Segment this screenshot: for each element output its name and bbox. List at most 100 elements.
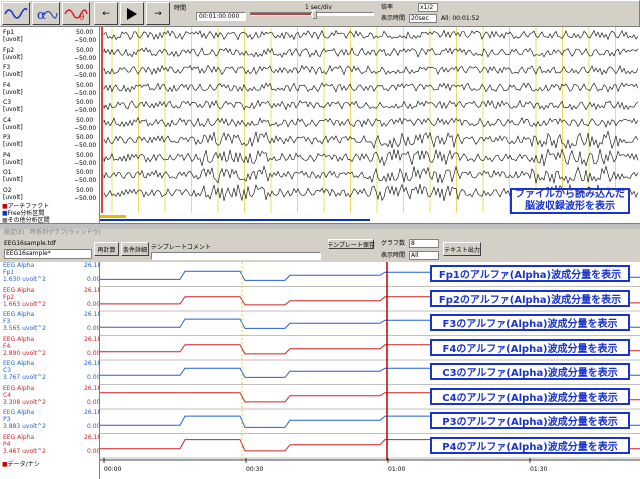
channel-max: 50.00 (76, 99, 94, 106)
channel-unit: [uvolt] (3, 158, 23, 166)
channel-unit: [uvolt] (3, 193, 23, 201)
alpha-callout: C3のアルファ(Alpha)波成分量を表示 (430, 363, 630, 380)
channel-unit: [uvolt] (3, 88, 23, 96)
analysis-legend: ■データ/ナシ (2, 461, 40, 468)
channel-min: −50.00 (74, 159, 97, 167)
channel-unit: [uvolt] (3, 176, 23, 183)
alpha-callout: F3のアルファ(Alpha)波成分量を表示 (430, 314, 630, 331)
wave-mode-button[interactable] (2, 2, 30, 25)
row-title: EEG Alpha (3, 286, 35, 294)
channel-unit: [uvolt] (3, 141, 23, 148)
alpha-callout: C4のアルファ(Alpha)波成分量を表示 (430, 387, 630, 405)
svg-text:θ: θ (79, 13, 84, 23)
channel-name: C3 (3, 99, 12, 106)
channel-name: P4 (3, 151, 11, 159)
alpha-callout: P4のアルファ(Alpha)波成分量を表示 (430, 436, 630, 454)
recalc-button[interactable]: 再計算 (94, 242, 119, 256)
tab-timeseries[interactable]: 時系列グラフ(ウィンドウ) (30, 229, 101, 236)
row-channel: F3 (3, 318, 11, 325)
timeline-thumb[interactable] (312, 10, 317, 19)
channel-max: 50.00 (76, 134, 94, 141)
eeg-callout: ファイルから読み込んだ 脳波収録波形を表示 (510, 188, 630, 214)
channel-min: −50.00 (74, 107, 97, 114)
alpha-callout: Fp2のアルファ(Alpha)波成分量を表示 (430, 289, 630, 307)
row-channel: Fp2 (3, 293, 15, 301)
row-title: EEG Alpha (3, 384, 35, 392)
channel-max: 50.00 (76, 46, 94, 54)
analysis-display-time-label: 表示時間 (381, 252, 406, 259)
template-comment-label: テンプレートコメント (151, 244, 211, 251)
row-channel: C3 (3, 367, 12, 374)
total-time-label: All: 00:01:52 (441, 15, 480, 22)
row-zero: 0.00 (87, 349, 101, 357)
rate-label: 倍率 (381, 4, 394, 11)
row-zero: 0.00 (87, 423, 101, 430)
alpha-time-tick-label: 01:00 (388, 466, 405, 473)
channel-max: 50.00 (76, 151, 94, 159)
channel-max: 50.00 (76, 81, 94, 89)
condition-detail-button[interactable]: 条件詳細 (121, 242, 149, 256)
analysis-display-time-select[interactable]: All (409, 251, 439, 260)
row-zero: 0.00 (87, 276, 101, 283)
display-time-select[interactable]: 20sec (409, 14, 437, 23)
channel-name: F3 (3, 64, 11, 71)
row-value: 3.767 uvolt^2 (3, 374, 46, 381)
eeg-callout-line2: 脳波収録波形を表示 (525, 201, 615, 212)
row-max: 26.18 (84, 433, 102, 441)
rate-select[interactable]: x1/2 (418, 3, 438, 12)
alpha-callout: Fp1のアルファ(Alpha)波成分量を表示 (430, 265, 630, 282)
theta-mode-button[interactable]: θ (62, 2, 90, 25)
row-channel: F4 (3, 342, 11, 350)
graph-count-select[interactable]: 8 (409, 239, 439, 248)
channel-unit: [uvolt] (3, 36, 23, 43)
alpha-wave-icon: α (37, 8, 58, 23)
channel-min: −50.00 (74, 89, 97, 97)
display-time-label: 表示時間 (381, 15, 406, 22)
channel-min: −50.00 (74, 142, 97, 149)
alpha-callout: F4のアルファ(Alpha)波成分量を表示 (430, 338, 630, 356)
time-field[interactable]: 00:01:00.000 (196, 12, 246, 21)
channel-name: P3 (3, 134, 11, 141)
theta-wave-icon: θ (64, 8, 88, 23)
channel-max: 50.00 (76, 64, 94, 71)
file-select[interactable]: EEG16sample* (4, 249, 92, 259)
channel-name: Fp2 (3, 46, 15, 54)
analysis-label-panel (0, 262, 100, 479)
legend-free-interval: ■Free分析区間 (2, 210, 45, 217)
template-save-button[interactable]: テンプレート保存 (327, 239, 375, 249)
channel-min: −50.00 (74, 54, 97, 62)
svg-text:α: α (37, 8, 46, 23)
channel-max: 50.00 (76, 116, 94, 124)
row-title: EEG Alpha (3, 311, 35, 318)
row-title: EEG Alpha (3, 433, 35, 441)
channel-name: Fp1 (3, 29, 15, 36)
channel-min: −50.00 (74, 124, 97, 132)
channel-min: −50.00 (74, 194, 97, 202)
play-icon (127, 7, 137, 20)
text-output-button[interactable]: テキスト出力 (443, 242, 481, 256)
row-channel: P4 (3, 440, 11, 448)
rewind-button[interactable]: ← (94, 2, 118, 25)
forward-button[interactable]: → (146, 2, 170, 25)
row-zero: 0.00 (87, 398, 101, 406)
row-max: 26.18 (84, 262, 102, 269)
row-max: 26.18 (84, 286, 102, 294)
play-button[interactable] (120, 2, 144, 25)
sine-wave-icon (4, 7, 28, 19)
scale-label: 1 sec/div (305, 4, 332, 11)
file-label: EEG16sample.tdf (4, 240, 56, 247)
channel-unit: [uvolt] (3, 71, 23, 78)
channel-min: −50.00 (74, 72, 97, 79)
row-title: EEG Alpha (3, 409, 35, 416)
alpha-time-tick-label: 01:30 (530, 466, 547, 473)
row-title: EEG Alpha (3, 360, 35, 367)
template-comment-field[interactable] (151, 252, 321, 260)
eeg-legend: ■アーチファクト ■Free分析区間 ■その他分析区間 (2, 203, 50, 224)
channel-name: F4 (3, 81, 11, 89)
row-title: EEG Alpha (3, 335, 35, 343)
tab-settings[interactable]: 設定(E) (4, 229, 24, 236)
row-value: 3.308 uvolt^2 (3, 398, 46, 406)
analysis-mode-button[interactable]: α (32, 2, 60, 25)
row-zero: 0.00 (87, 325, 101, 332)
channel-name: O2 (3, 186, 12, 194)
